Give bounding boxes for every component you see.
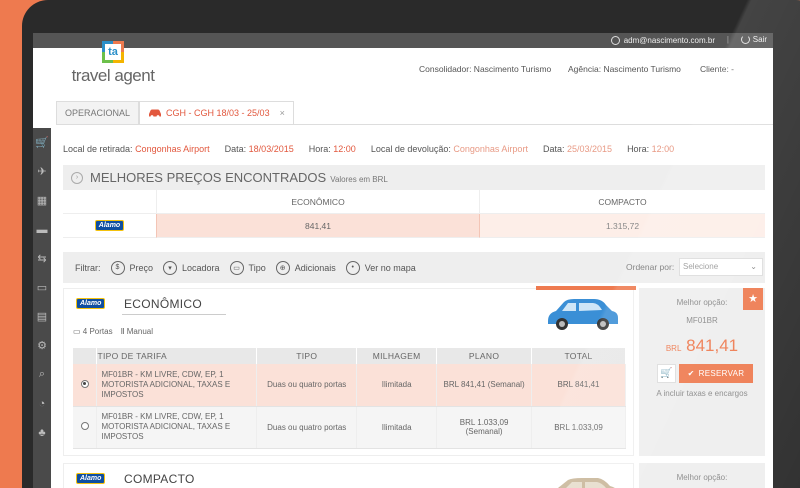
shield-icon: ▾ bbox=[163, 260, 178, 275]
filter-extras[interactable]: ⊕ Adicionais bbox=[275, 260, 336, 275]
rental-info: Local de retirada: Congonhas Airport Dat… bbox=[63, 144, 675, 154]
logo-text: travel agent bbox=[71, 66, 155, 85]
clipboard-icon[interactable]: ▤ bbox=[33, 302, 51, 331]
topbar-separator: | bbox=[726, 35, 729, 44]
car-image bbox=[548, 299, 618, 330]
transmission-feature: Ⅱ Manual bbox=[120, 327, 153, 336]
power-icon bbox=[740, 35, 750, 44]
column-compacto: COMPACTO bbox=[479, 190, 765, 214]
logo: ta travel agent bbox=[58, 41, 168, 91]
table-row[interactable]: MF01BR - KM LIVRE, CDW, EP, 1 MOTORISTA … bbox=[73, 406, 626, 449]
doors-feature: ▭ 4 Portas bbox=[73, 327, 113, 336]
close-icon[interactable]: × bbox=[280, 102, 285, 125]
best-option-panel: ★ Melhor opção: MF01BR BRL 841,41 🛒 ✔ RE… bbox=[639, 288, 765, 456]
best-option-label: Melhor opção: bbox=[676, 473, 728, 482]
user-email: adm@nascimento.com.br bbox=[623, 36, 715, 45]
plane-icon[interactable]: ✈ bbox=[33, 157, 51, 186]
tab-car-search[interactable]: CGH - CGH 18/03 - 25/03 × bbox=[139, 101, 294, 124]
order-select[interactable]: Selecione ⌄ bbox=[679, 258, 763, 276]
chevron-down-icon: ⌄ bbox=[750, 262, 757, 271]
car-icon[interactable]: ▭ bbox=[33, 273, 51, 302]
category-title: ECONÔMICO bbox=[124, 297, 203, 311]
price-economico[interactable]: 841,41 bbox=[156, 214, 479, 238]
header-consolidador: Consolidador: Nascimento Turismo bbox=[419, 64, 552, 74]
app-screen: adm@nascimento.com.br | Sair ta travel a… bbox=[33, 33, 773, 488]
best-option-price: BRL 841,41 bbox=[665, 336, 739, 355]
header-agencia: Agência: Nascimento Turismo bbox=[568, 64, 681, 74]
gear-icon[interactable]: ⚙ bbox=[33, 331, 51, 360]
tab-bar: OPERACIONAL CGH - CGH 18/03 - 25/03 × bbox=[56, 101, 294, 124]
col-plano: PLANO bbox=[436, 348, 533, 364]
result-card-economico: Alamo ECONÔMICO ▭ 4 Portas Ⅱ Manual TIPO… bbox=[63, 286, 636, 456]
car-icon: ▭ bbox=[229, 260, 244, 275]
tabs-divider bbox=[56, 124, 773, 125]
filter-type[interactable]: ▭ Tipo bbox=[229, 260, 266, 275]
dollar-icon: $ bbox=[110, 260, 125, 275]
user-menu[interactable]: adm@nascimento.com.br bbox=[610, 36, 715, 45]
search-icon[interactable]: ⌕ bbox=[33, 360, 51, 389]
steering-wheel-icon: ⊕ bbox=[275, 260, 290, 275]
signpost-icon[interactable]: ⇆ bbox=[33, 244, 51, 273]
tax-note: A incluir taxas e encargos bbox=[656, 389, 748, 398]
company-logo: Alamo bbox=[76, 473, 106, 484]
best-prices-grid: ECONÔMICO COMPACTO Alamo 841,41 1.315,72 bbox=[63, 190, 765, 238]
company-logo: Alamo bbox=[76, 298, 106, 309]
col-tipo: TIPO bbox=[256, 348, 358, 364]
building-icon[interactable]: ▦ bbox=[33, 186, 51, 215]
order-label: Ordenar por: bbox=[626, 262, 675, 272]
user-icon bbox=[610, 36, 620, 45]
logo-mark-icon: ta bbox=[102, 41, 124, 63]
best-prices-title: MELHORES PREÇOS ENCONTRADOS bbox=[90, 170, 327, 185]
cart-icon[interactable]: 🛒 bbox=[33, 128, 51, 157]
briefcase-icon[interactable]: ▬ bbox=[33, 215, 51, 244]
check-icon: ✔ bbox=[687, 369, 695, 378]
filter-label: Filtrar: bbox=[75, 262, 101, 273]
filter-map[interactable]: • Ver no mapa bbox=[345, 260, 416, 275]
filter-bar: Filtrar: $ Preço ▾ Locadora ▭ Tipo ⊕ Adi… bbox=[63, 252, 765, 283]
table-row[interactable]: MF01BR - KM LIVRE, CDW, EP, 1 MOTORISTA … bbox=[73, 364, 626, 407]
fare-table: TIPO DE TARIFA TIPO MILHAGEM PLANO TOTAL… bbox=[73, 348, 626, 449]
best-option-label: Melhor opção: bbox=[676, 298, 728, 307]
best-prices-header[interactable]: › MELHORES PREÇOS ENCONTRADOS Valores em… bbox=[63, 165, 765, 190]
best-option-code: MF01BR bbox=[686, 316, 718, 325]
price-compacto[interactable]: 1.315,72 bbox=[479, 214, 765, 238]
logout-button[interactable]: Sair bbox=[740, 35, 767, 44]
category-title: COMPACTO bbox=[124, 472, 195, 486]
logout-label: Sair bbox=[752, 35, 767, 44]
best-prices-panel: › MELHORES PREÇOS ENCONTRADOS Valores em… bbox=[63, 165, 765, 238]
side-nav: 🛒 ✈ ▦ ▬ ⇆ ▭ ▤ ⚙ ⌕ ◔ ♣ bbox=[33, 128, 51, 488]
add-to-cart-button[interactable]: 🛒 bbox=[657, 364, 676, 383]
col-tipo-tarifa: TIPO DE TARIFA bbox=[96, 348, 258, 364]
column-economico: ECONÔMICO bbox=[156, 190, 479, 214]
category-underline bbox=[122, 314, 226, 315]
best-option-panel-compacto: Melhor opção: bbox=[639, 463, 765, 488]
col-milhagem: MILHAGEM bbox=[356, 348, 438, 364]
car-icon bbox=[149, 109, 162, 118]
reserve-button[interactable]: ✔ RESERVAR bbox=[679, 364, 753, 383]
chart-icon[interactable]: ◔ bbox=[33, 389, 51, 418]
col-total: TOTAL bbox=[531, 348, 626, 364]
chevron-right-icon[interactable]: › bbox=[71, 171, 83, 184]
result-card-compacto: Alamo COMPACTO bbox=[63, 463, 634, 488]
accent-bar bbox=[536, 286, 636, 290]
car-features: ▭ 4 Portas Ⅱ Manual bbox=[73, 327, 153, 336]
fare-radio[interactable] bbox=[80, 422, 89, 430]
sitemap-icon[interactable]: ♣ bbox=[33, 418, 51, 447]
filter-company[interactable]: ▾ Locadora bbox=[163, 260, 220, 275]
tab-operacional[interactable]: OPERACIONAL bbox=[56, 101, 140, 124]
company-logo: Alamo bbox=[63, 214, 156, 238]
car-image bbox=[558, 478, 615, 488]
filter-price[interactable]: $ Preço bbox=[110, 260, 153, 275]
fare-radio[interactable] bbox=[80, 379, 89, 388]
map-pin-icon: • bbox=[345, 260, 360, 275]
best-prices-subtitle: Valores em BRL bbox=[330, 174, 388, 184]
header-cliente: Cliente: - bbox=[700, 64, 735, 74]
